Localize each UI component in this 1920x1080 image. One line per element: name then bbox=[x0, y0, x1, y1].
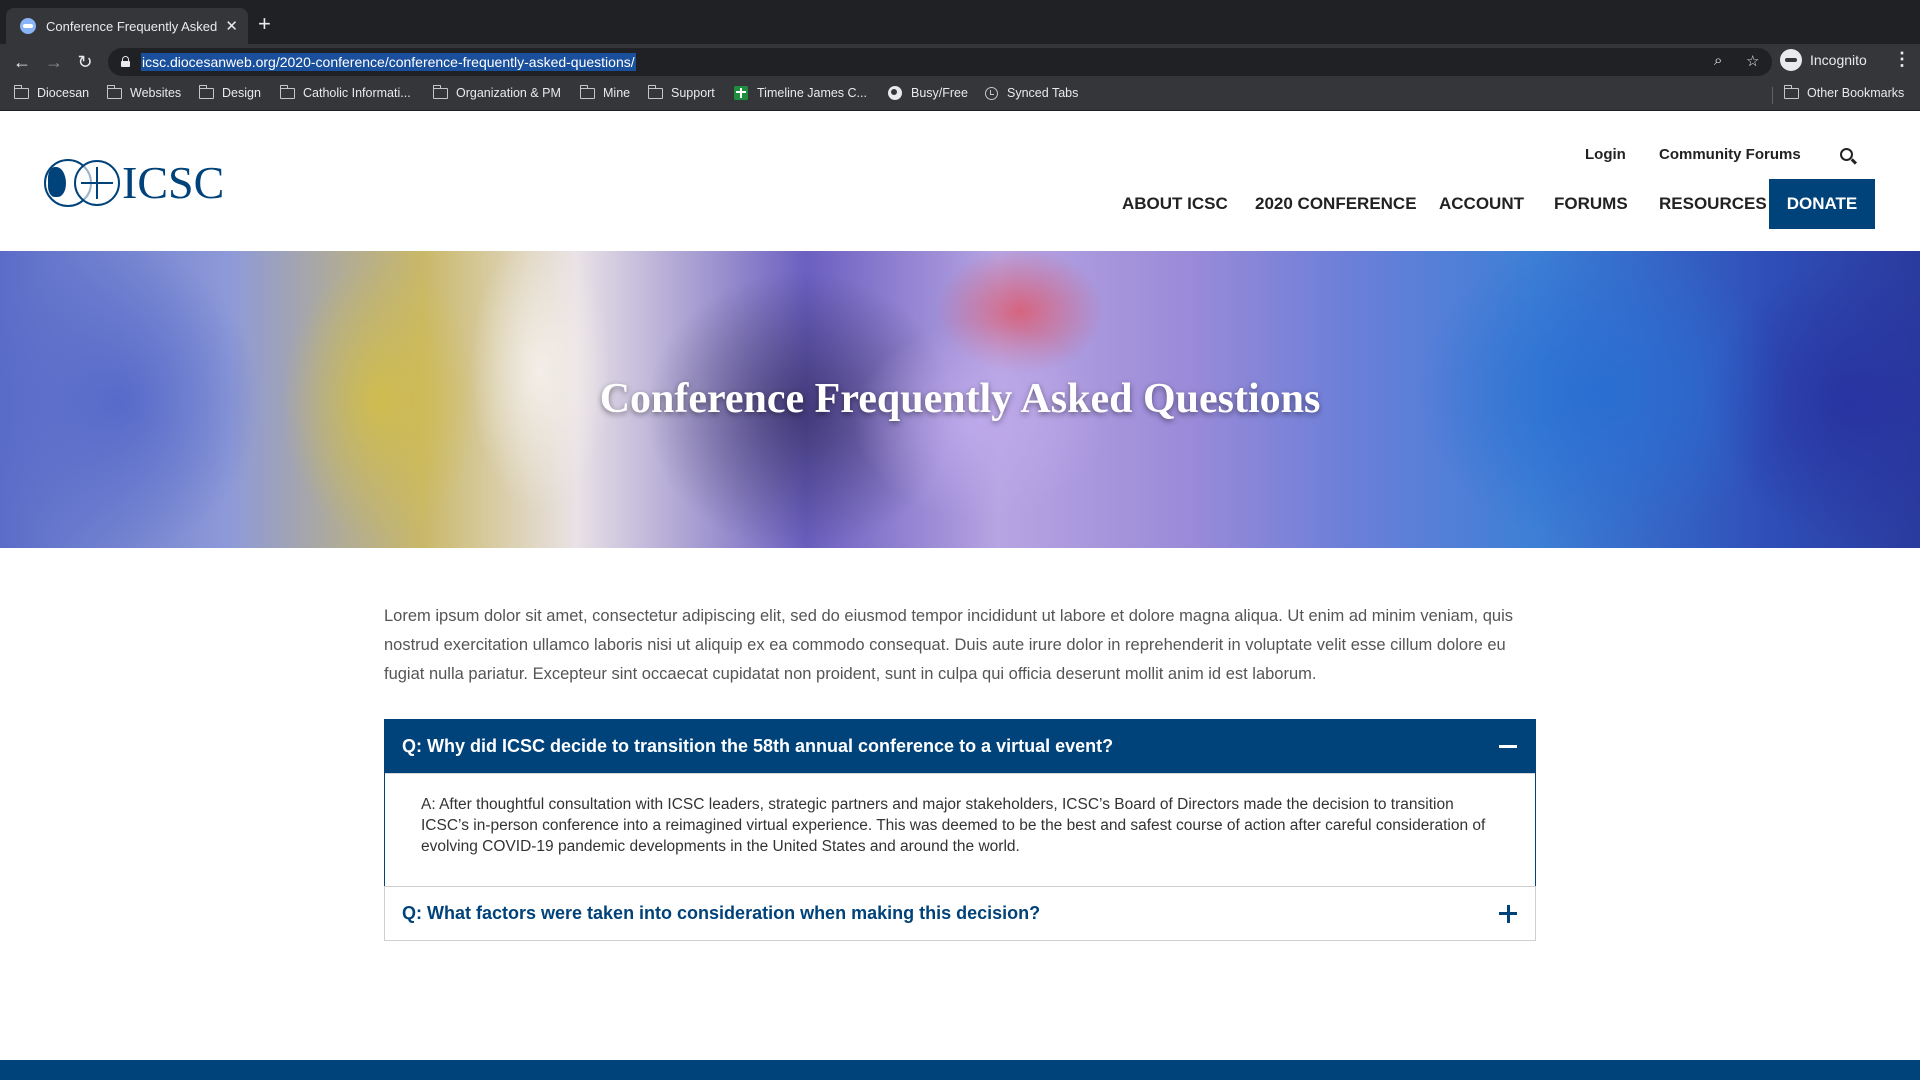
bookmark-label: Synced Tabs bbox=[1007, 86, 1079, 100]
bookmark-label: Websites bbox=[130, 86, 182, 100]
incognito-profile-button[interactable]: Incognito bbox=[1780, 49, 1867, 71]
bookmark-timeline[interactable]: Timeline James C... bbox=[734, 86, 867, 100]
hero-banner: Conference Frequently Asked Questions bbox=[0, 251, 1920, 548]
incognito-favicon-icon bbox=[20, 18, 36, 34]
bookmark-organization-pm[interactable]: Organization & PM bbox=[432, 84, 561, 100]
green-cross-icon bbox=[734, 86, 748, 100]
faq-answer: A: After thoughtful consultation with IC… bbox=[385, 773, 1535, 889]
folder-icon bbox=[1783, 84, 1799, 99]
icsc-logo[interactable]: ICSC bbox=[44, 156, 224, 209]
logo-text: ICSC bbox=[122, 157, 225, 208]
browser-menu-icon[interactable]: ⋮ bbox=[1893, 49, 1911, 70]
history-icon bbox=[985, 86, 998, 100]
back-icon[interactable]: ← bbox=[9, 49, 35, 75]
intro-paragraph: Lorem ipsum dolor sit amet, consectetur … bbox=[384, 607, 1513, 683]
bookmark-label: Other Bookmarks bbox=[1807, 86, 1905, 100]
search-icon[interactable] bbox=[1840, 148, 1853, 161]
folder-icon bbox=[198, 84, 214, 99]
folder-icon bbox=[279, 84, 295, 99]
bookmark-catholic-information[interactable]: Catholic Informati... bbox=[279, 84, 411, 100]
lock-icon[interactable] bbox=[121, 56, 130, 67]
login-link[interactable]: Login bbox=[1585, 146, 1626, 163]
browser-tab[interactable]: Conference Frequently Asked Questions ✕ bbox=[6, 8, 248, 44]
tab-title: Conference Frequently Asked Questions bbox=[46, 18, 219, 34]
site-header: ICSC Login Community Forums ABOUT ICSC 2… bbox=[0, 111, 1920, 251]
folder-icon bbox=[106, 84, 122, 99]
reload-icon[interactable]: ↻ bbox=[72, 49, 98, 75]
expand-plus-icon[interactable] bbox=[1499, 904, 1517, 923]
bookmark-label: Organization & PM bbox=[456, 86, 561, 100]
browser-toolbar: ← → ↻ icsc.diocesanweb.org/2020-conferen… bbox=[0, 44, 1920, 80]
folder-icon bbox=[432, 84, 448, 99]
address-bar[interactable]: icsc.diocesanweb.org/2020-conference/con… bbox=[108, 48, 1772, 76]
faq-question: Q: Why did ICSC decide to transition the… bbox=[402, 736, 1114, 756]
bookmark-diocesan[interactable]: Diocesan bbox=[13, 84, 90, 100]
bookmark-label: Mine bbox=[603, 86, 631, 100]
bookmarks-divider bbox=[1772, 87, 1773, 104]
bookmark-synced-tabs[interactable]: Synced Tabs bbox=[985, 86, 1078, 100]
footer bbox=[0, 1060, 1920, 1080]
bookmark-label: Catholic Informati... bbox=[303, 86, 411, 100]
zoom-icon[interactable]: ⌕ bbox=[1714, 52, 1722, 69]
bookmark-websites[interactable]: Websites bbox=[106, 84, 182, 100]
globe-icon bbox=[888, 86, 902, 100]
url-text[interactable]: icsc.diocesanweb.org/2020-conference/con… bbox=[141, 53, 636, 71]
bookmark-design[interactable]: Design bbox=[198, 84, 261, 100]
bookmark-mine[interactable]: Mine bbox=[579, 84, 631, 100]
close-tab-icon[interactable]: ✕ bbox=[225, 17, 238, 35]
folder-icon bbox=[579, 84, 595, 99]
nav-about[interactable]: ABOUT ICSC bbox=[1122, 194, 1228, 214]
faq-question: Q: What factors were taken into consider… bbox=[402, 903, 1041, 923]
faq-question-toggle[interactable]: Q: What factors were taken into consider… bbox=[385, 887, 1535, 940]
folder-icon bbox=[647, 84, 663, 99]
bookmark-label: Support bbox=[671, 86, 715, 100]
cross-ring-icon bbox=[74, 159, 120, 206]
bookmark-label: Busy/Free bbox=[911, 86, 968, 100]
incognito-icon bbox=[1780, 49, 1802, 71]
collapse-minus-icon[interactable] bbox=[1499, 745, 1517, 748]
bookmarks-bar: Diocesan Websites Design Catholic Inform… bbox=[0, 80, 1920, 111]
nav-account[interactable]: ACCOUNT bbox=[1439, 194, 1524, 214]
nav-forums[interactable]: FORUMS bbox=[1554, 194, 1628, 214]
bookmark-label: Timeline James C... bbox=[757, 86, 867, 100]
nav-2020-conference[interactable]: 2020 CONFERENCE bbox=[1255, 194, 1417, 214]
donate-button[interactable]: DONATE bbox=[1769, 179, 1875, 229]
profile-label: Incognito bbox=[1810, 52, 1867, 68]
bookmark-busy-free[interactable]: Busy/Free bbox=[888, 86, 968, 100]
nav-resources[interactable]: RESOURCES bbox=[1659, 194, 1767, 214]
bookmark-label: Design bbox=[222, 86, 261, 100]
bookmark-star-icon[interactable]: ☆ bbox=[1746, 52, 1759, 70]
folder-icon bbox=[13, 84, 29, 99]
tab-strip: Conference Frequently Asked Questions ✕ … bbox=[0, 0, 1920, 44]
forward-icon[interactable]: → bbox=[41, 49, 67, 75]
page-title: Conference Frequently Asked Questions bbox=[599, 376, 1321, 422]
community-forums-link[interactable]: Community Forums bbox=[1659, 146, 1801, 163]
faq-question-toggle[interactable]: Q: Why did ICSC decide to transition the… bbox=[385, 720, 1535, 773]
faq-item: Q: Why did ICSC decide to transition the… bbox=[384, 719, 1536, 890]
new-tab-icon[interactable]: + bbox=[258, 12, 271, 36]
bookmark-label: Diocesan bbox=[37, 86, 90, 100]
bookmark-support[interactable]: Support bbox=[647, 84, 715, 100]
faq-item: Q: What factors were taken into consider… bbox=[384, 886, 1536, 941]
other-bookmarks[interactable]: Other Bookmarks bbox=[1783, 84, 1905, 100]
